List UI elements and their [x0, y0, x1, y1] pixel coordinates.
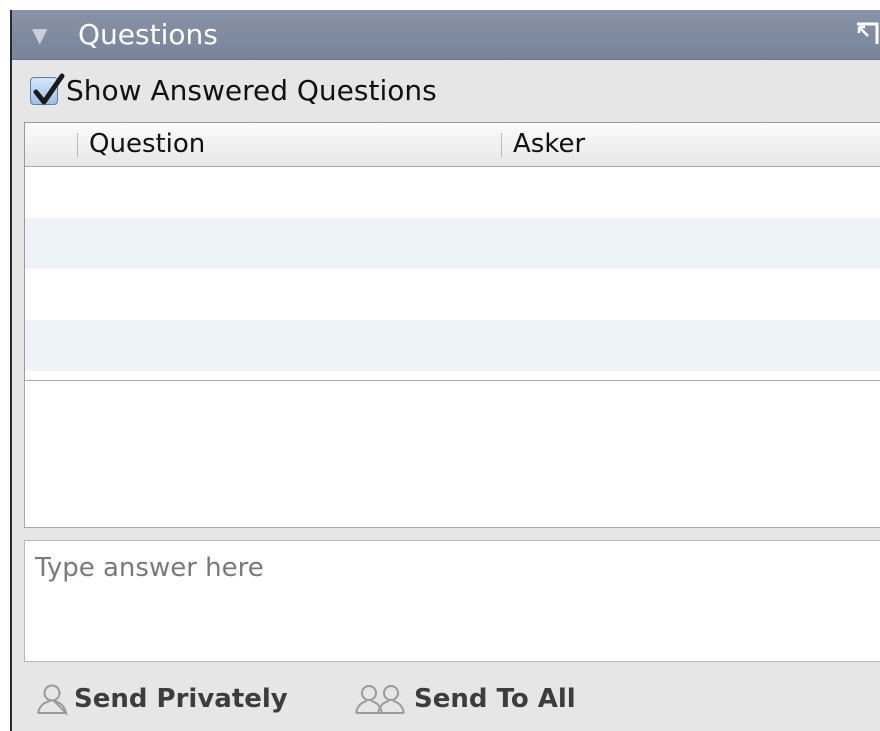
panel-titlebar: ▼ Questions: [12, 10, 880, 60]
table-header: Question Asker: [25, 123, 880, 167]
send-to-all-label: Send To All: [414, 684, 576, 714]
show-answered-row[interactable]: Show Answered Questions: [30, 72, 437, 110]
two-people-icon: [355, 685, 405, 714]
panel-title: Questions: [78, 18, 218, 51]
show-answered-checkbox[interactable]: [30, 73, 65, 105]
column-separator: [501, 133, 502, 157]
send-actions-bar: Send Privately Send To All: [12, 672, 880, 731]
questions-panel: ▼ Questions Show Answered Questions Ques…: [10, 10, 880, 731]
answer-input[interactable]: [24, 540, 880, 662]
send-privately-button[interactable]: Send Privately: [34, 682, 288, 716]
column-header-question[interactable]: Question: [89, 128, 205, 160]
table-row: [25, 269, 880, 320]
send-to-all-button[interactable]: Send To All: [352, 682, 576, 716]
table-row: [25, 320, 880, 371]
single-person-icon: [37, 684, 68, 716]
column-separator: [77, 133, 78, 157]
send-privately-label: Send Privately: [74, 684, 288, 714]
triangle-down-icon[interactable]: ▼: [32, 24, 47, 46]
table-row: [25, 167, 880, 218]
question-preview-area: [24, 380, 880, 528]
popout-window-icon[interactable]: [854, 20, 880, 48]
questions-table: Question Asker: [24, 122, 880, 382]
show-answered-label[interactable]: Show Answered Questions: [66, 75, 437, 107]
table-row: [25, 218, 880, 269]
column-header-asker[interactable]: Asker: [513, 128, 585, 160]
